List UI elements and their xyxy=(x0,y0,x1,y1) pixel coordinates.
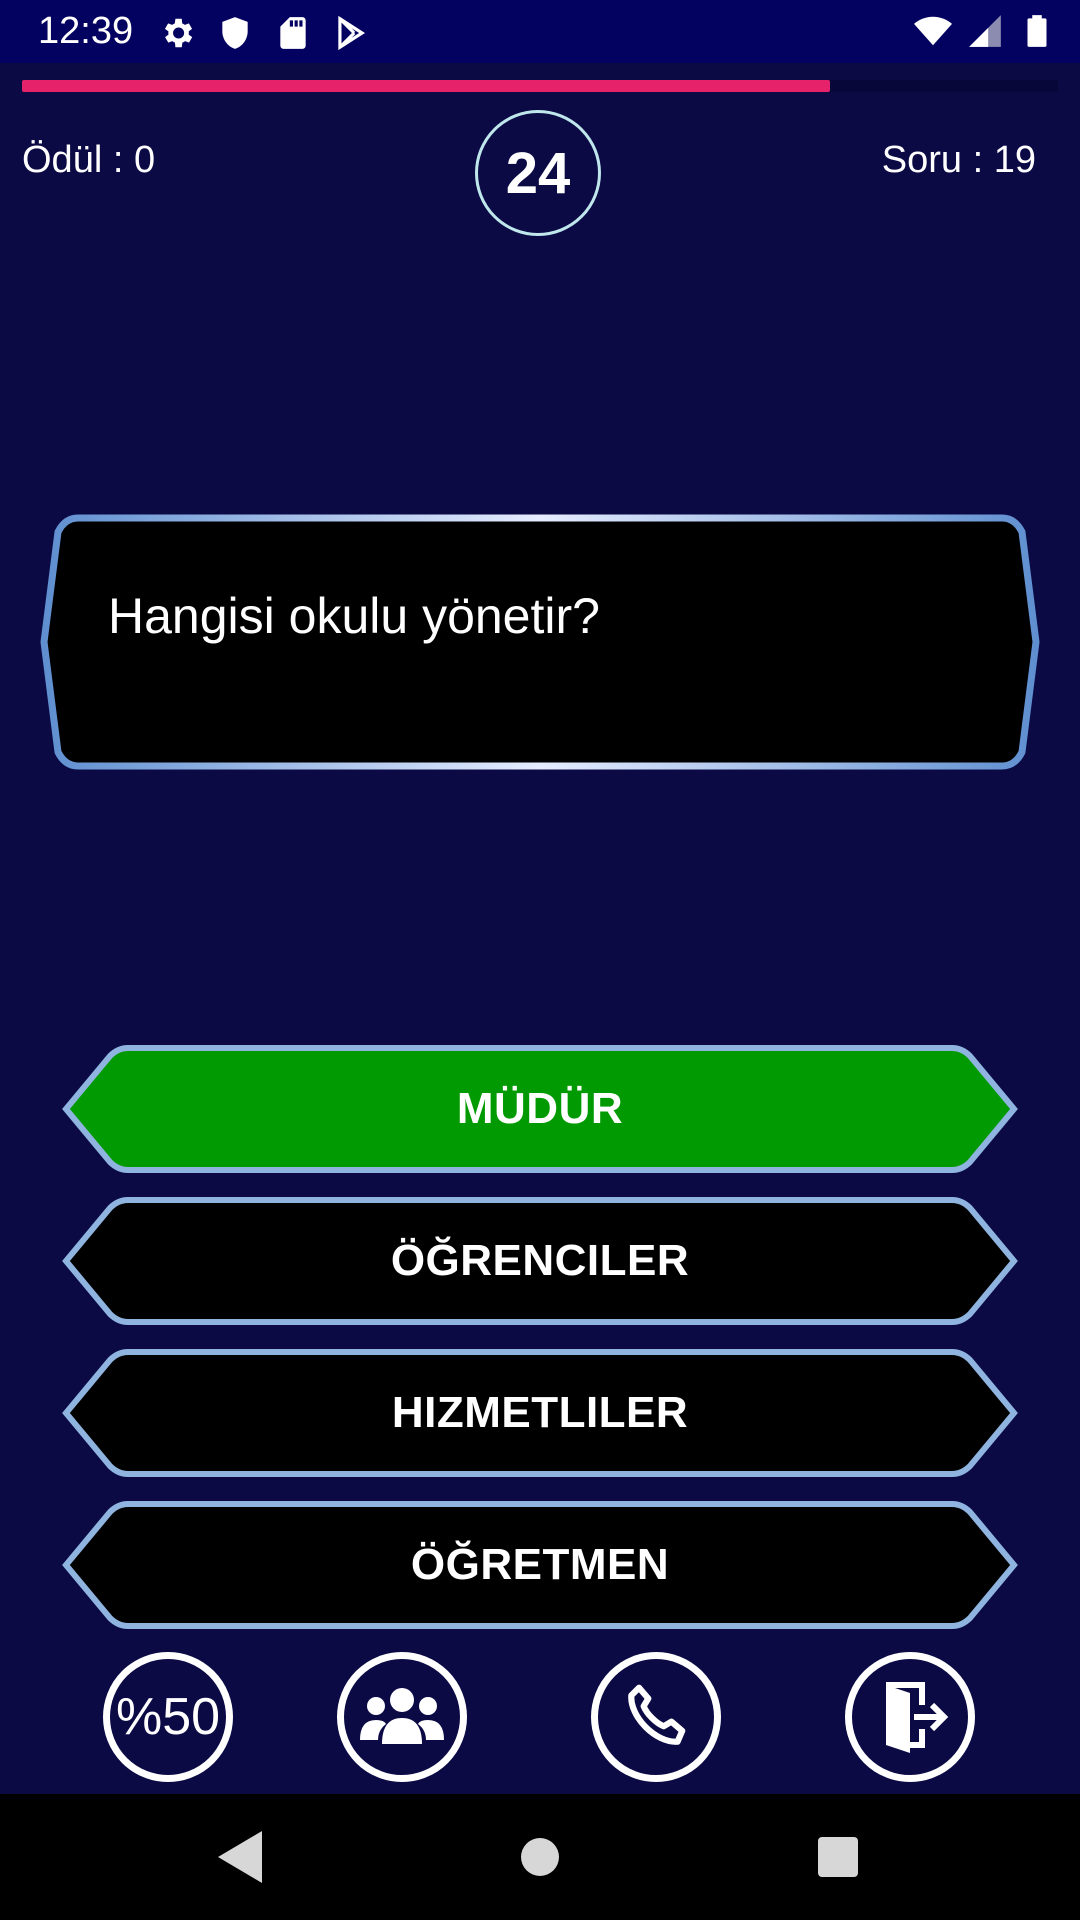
answer-option-b[interactable]: ÖĞRENCILER xyxy=(62,1196,1018,1326)
timer-value: 24 xyxy=(505,140,571,206)
countdown-timer: 24 xyxy=(475,110,601,236)
home-icon[interactable] xyxy=(516,1827,564,1887)
fifty-fifty-label: %50 xyxy=(115,1688,221,1746)
status-bar: 12:39 xyxy=(0,0,1080,63)
answer-option-a[interactable]: MÜDÜR xyxy=(62,1044,1018,1174)
answer-label-b: ÖĞRENCILER xyxy=(390,1236,690,1285)
answer-option-d[interactable]: ÖĞRETMEN xyxy=(62,1500,1018,1630)
cell-signal-icon xyxy=(969,15,1001,47)
recents-icon[interactable] xyxy=(816,1827,860,1887)
sd-card-icon xyxy=(280,17,306,49)
status-icons-left xyxy=(158,14,370,52)
phone-icon xyxy=(628,1684,686,1745)
back-icon[interactable] xyxy=(214,1827,266,1887)
time-progress-bar xyxy=(22,80,1058,92)
question-counter: Soru : 19 xyxy=(881,139,1036,181)
fifty-fifty-button[interactable]: %50 xyxy=(103,1652,233,1782)
play-store-icon xyxy=(338,15,366,51)
ask-audience-button[interactable] xyxy=(337,1652,467,1782)
status-time: 12:39 xyxy=(38,10,134,52)
reward-label: Ödül : 0 xyxy=(22,139,156,181)
exit-button[interactable] xyxy=(845,1652,975,1782)
status-icons-right xyxy=(914,12,1056,50)
answer-option-c[interactable]: HIZMETLILER xyxy=(62,1348,1018,1478)
exit-door-icon xyxy=(886,1682,949,1753)
question-box: Hangisi okulu yönetir? xyxy=(40,514,1040,770)
battery-icon xyxy=(1027,15,1047,47)
settings-icon xyxy=(164,18,193,48)
answer-label-c: HIZMETLILER xyxy=(391,1388,689,1437)
wifi-icon xyxy=(914,16,952,46)
phone-friend-button[interactable] xyxy=(591,1652,721,1782)
question-text: Hangisi okulu yönetir? xyxy=(108,588,600,644)
shield-icon xyxy=(222,17,248,49)
audience-icon xyxy=(360,1688,444,1744)
answer-label-d: ÖĞRETMEN xyxy=(410,1540,670,1589)
time-progress-fill xyxy=(22,80,831,92)
navigation-bar xyxy=(0,1794,1080,1920)
answer-label-a: MÜDÜR xyxy=(456,1084,624,1133)
